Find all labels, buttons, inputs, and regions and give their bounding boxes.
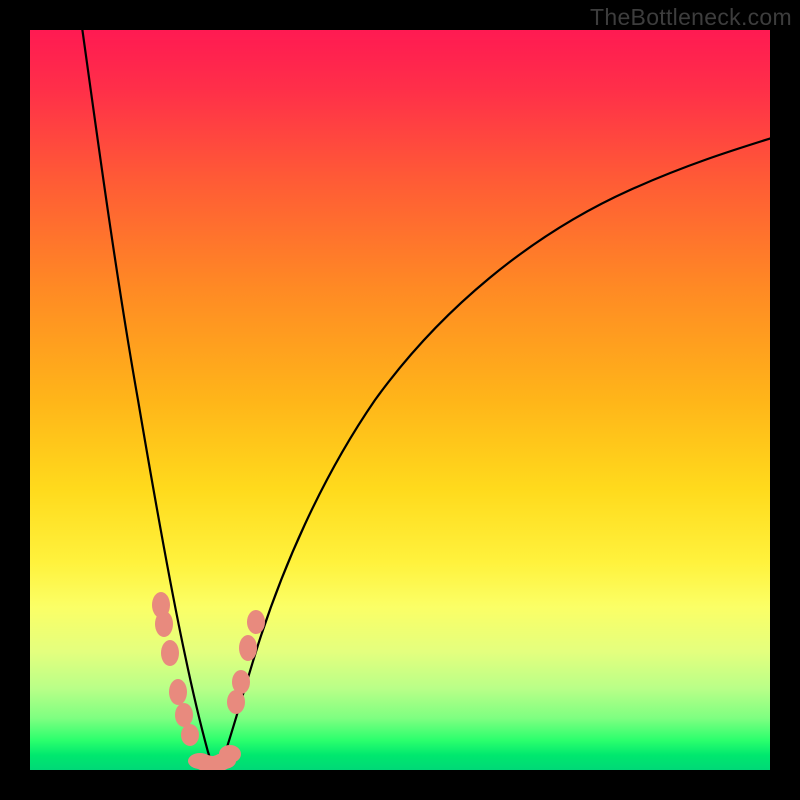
dots-bottom-cluster bbox=[188, 745, 241, 770]
watermark-text: TheBottleneck.com bbox=[590, 4, 792, 31]
curve-right-branch bbox=[220, 137, 770, 768]
dots-right bbox=[227, 610, 265, 714]
curves-layer bbox=[30, 30, 770, 770]
curve-left-branch bbox=[81, 30, 215, 768]
plot-area bbox=[30, 30, 770, 770]
dots-left bbox=[152, 592, 199, 746]
chart-frame: TheBottleneck.com bbox=[0, 0, 800, 800]
